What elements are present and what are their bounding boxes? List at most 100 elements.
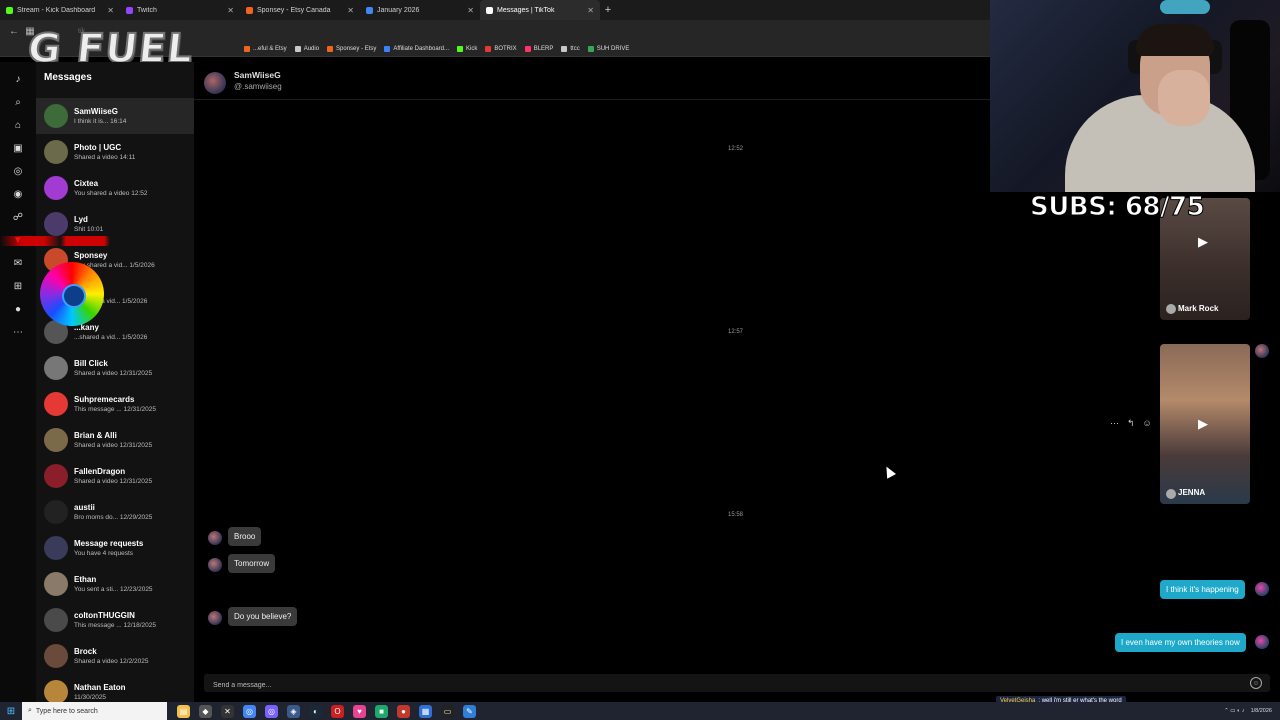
bookmark-label: Affiliate Dashboard...	[393, 46, 449, 52]
conversation-text: Lyd Shit 10:01	[74, 215, 103, 233]
search-icon[interactable]: ⌕	[11, 95, 25, 109]
conversation-text: FallenDragon Shared a video 12/31/2025	[74, 467, 152, 485]
tray-icons[interactable]: ⌃ ▭ ◐ ♪	[1224, 708, 1244, 714]
upload-icon[interactable]: ⊞	[11, 279, 25, 293]
windows-start-icon[interactable]: ⊞	[0, 706, 22, 717]
app-icon[interactable]: ✕	[221, 704, 234, 718]
close-tab-icon[interactable]: ✕	[467, 6, 474, 15]
following-icon[interactable]: ☍	[11, 210, 25, 224]
more-icon[interactable]: ⋯	[11, 325, 25, 339]
taskbar-clock[interactable]: 1/8/2026	[1251, 708, 1272, 715]
close-tab-icon[interactable]: ✕	[227, 6, 234, 15]
app-icon[interactable]: ■	[375, 704, 388, 718]
message-composer: ☺	[204, 674, 1270, 695]
play-icon[interactable]: ▶	[1198, 416, 1212, 431]
chrome-icon[interactable]: ◎	[243, 704, 256, 718]
conversation-item[interactable]: Ethan You sent a sti... 12/23/2025	[36, 566, 194, 602]
close-tab-icon[interactable]: ✕	[107, 6, 114, 15]
conversation-item[interactable]: Suhpremecards This message ... 12/31/2025	[36, 386, 194, 422]
bookmark-item[interactable]: BLERP	[524, 46, 553, 52]
emoji-icon[interactable]: ☺	[1250, 677, 1262, 689]
incoming-message[interactable]: Tomorrow	[228, 554, 276, 573]
bookmark-item[interactable]: BOTRIX	[485, 46, 517, 52]
chat-header-handle[interactable]: @.samwiiseg	[234, 82, 282, 91]
terminal-icon[interactable]: ▭	[441, 704, 454, 718]
message-hover-actions: ⋯ ↰ ☺	[1110, 418, 1152, 429]
conversation-preview: This message ... 12/18/2025	[74, 622, 157, 629]
app-icon[interactable]: ♥	[353, 704, 366, 718]
tiktok-logo-icon[interactable]: ♪	[11, 72, 25, 86]
conversation-item[interactable]: Bill Click Shared a video 12/31/2025	[36, 350, 194, 386]
more-options-icon[interactable]: ⋯	[1110, 418, 1119, 429]
conversation-item[interactable]: Brock Shared a video 12/2/2025	[36, 638, 194, 674]
messages-icon[interactable]: ✉	[11, 256, 25, 270]
incoming-message[interactable]: Do you believe?	[228, 607, 298, 626]
conversation-item[interactable]: austii Bro moms do... 12/29/2025	[36, 494, 194, 530]
close-tab-icon[interactable]: ✕	[347, 6, 354, 15]
app-icon[interactable]: ◎	[265, 704, 278, 718]
conversation-item[interactable]: Nathan Eaton 11/30/2025	[36, 674, 194, 702]
conversation-item[interactable]: Message requests You have 4 requests	[36, 530, 194, 566]
browser-tab[interactable]: Twitch ✕	[120, 0, 240, 20]
browser-tab-label: Sponsey - Etsy Canada	[257, 6, 331, 14]
bookmark-item[interactable]: Sponsey - Etsy	[327, 46, 376, 52]
browser-tab[interactable]: Stream - Kick Dashboard ✕	[0, 0, 120, 20]
app-icon[interactable]: ◈	[287, 704, 300, 718]
back-icon[interactable]: ←	[6, 26, 22, 37]
conversation-preview: You sent a sti... 12/23/2025	[74, 586, 153, 593]
conversation-name: Sponsey	[74, 251, 108, 260]
new-tab-button[interactable]: +	[600, 0, 616, 20]
tab-favicon-icon	[486, 6, 493, 14]
steam-icon[interactable]: ◐	[309, 704, 322, 718]
browser-tab[interactable]: Sponsey - Etsy Canada ✕	[240, 0, 360, 20]
message-input[interactable]	[204, 676, 1224, 695]
bookmark-icon	[561, 46, 568, 52]
bookmark-item[interactable]: ...eful & Etsy	[244, 46, 287, 52]
conversation-item[interactable]: coltonTHUGGIN This message ... 12/18/2025	[36, 602, 194, 638]
conversation-item[interactable]: Cixtea You shared a video 12:52	[36, 170, 194, 206]
conversation-item[interactable]: FallenDragon Shared a video 12/31/2025	[36, 458, 194, 494]
conversation-name: austii	[74, 503, 95, 512]
explore-icon[interactable]: ◎	[11, 164, 25, 178]
file-explorer-icon[interactable]: ▤	[177, 704, 190, 718]
outgoing-message[interactable]: I even have my own theories now	[1115, 633, 1246, 652]
conversation-item[interactable]: Photo | UGC Shared a video 14:11	[36, 134, 194, 170]
avatar	[44, 140, 68, 164]
avatar[interactable]	[204, 72, 226, 94]
play-icon[interactable]: ▶	[1198, 234, 1212, 249]
reply-icon[interactable]: ↰	[1127, 418, 1135, 429]
conversation-preview: Bro moms do... 12/29/2025	[74, 514, 153, 521]
profile-icon[interactable]: ●	[11, 302, 25, 316]
overlay-red-scribble	[0, 236, 110, 246]
opera-icon[interactable]: O	[331, 704, 344, 718]
bookmark-item[interactable]: Kick	[457, 46, 477, 52]
taskbar-date: 1/8/2026	[1250, 707, 1272, 714]
bookmark-item[interactable]: ttcc	[561, 46, 580, 52]
bookmark-item[interactable]: SUH DRIVE	[587, 46, 629, 52]
app-icon[interactable]: ◆	[199, 704, 212, 718]
app-icon[interactable]: ✎	[463, 704, 476, 718]
bookmark-label: ...eful & Etsy	[253, 46, 287, 52]
bookmark-item[interactable]: Affiliate Dashboard...	[384, 46, 449, 52]
app-icon[interactable]: ▦	[419, 704, 432, 718]
close-tab-icon[interactable]: ✕	[587, 6, 594, 15]
live-icon[interactable]: ◉	[11, 187, 25, 201]
incoming-message[interactable]: Brooo	[228, 527, 262, 546]
shared-video[interactable]: ▶ JENNA	[1160, 344, 1250, 504]
avatar	[44, 572, 68, 596]
home-icon[interactable]: ⌂	[11, 118, 25, 132]
conversation-item[interactable]: Brian & Alli Shared a video 12/31/2025	[36, 422, 194, 458]
chat-header-name[interactable]: SamWiiseG	[234, 70, 281, 80]
bookmark-icon	[384, 46, 391, 52]
outgoing-message[interactable]: I think it's happening	[1160, 580, 1245, 599]
record-icon[interactable]: ●	[397, 704, 410, 718]
shop-icon[interactable]: ▣	[11, 141, 25, 155]
bookmark-item[interactable]: Audio	[294, 46, 319, 52]
conversation-name: Brock	[74, 647, 97, 656]
react-icon[interactable]: ☺	[1143, 418, 1152, 429]
browser-tab[interactable]: January 2026 ✕	[360, 0, 480, 20]
streamer-hair	[1136, 24, 1214, 56]
conversation-item[interactable]: SamWiiseG I think it is... 16:14	[36, 98, 194, 134]
browser-tab[interactable]: Messages | TikTok ✕	[480, 0, 600, 20]
taskbar-search[interactable]: ⌕ Type here to search	[22, 702, 167, 720]
